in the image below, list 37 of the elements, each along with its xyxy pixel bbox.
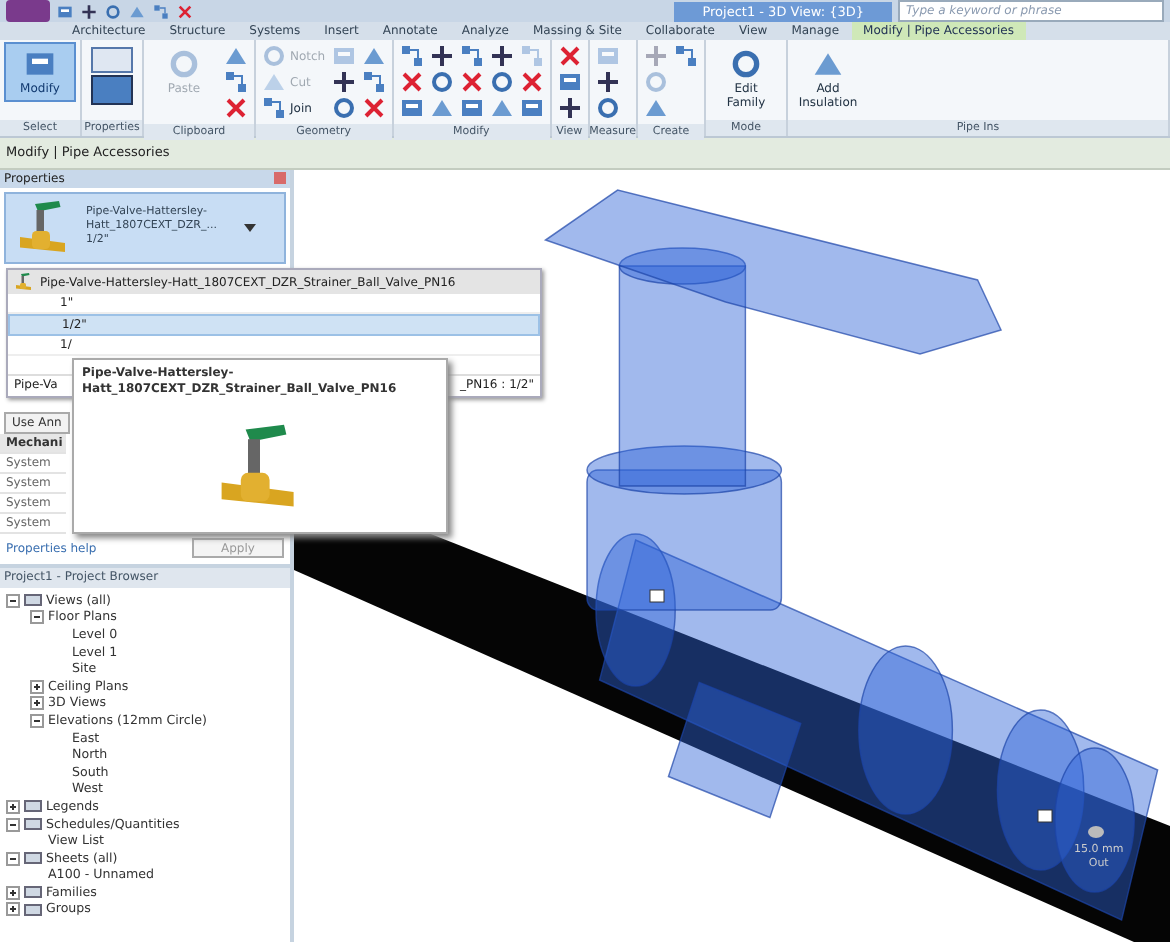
tool-icon [262,96,286,120]
expand-toggle[interactable] [6,902,20,917]
tool-icon [22,48,58,80]
collapse-toggle[interactable] [30,610,44,625]
connector-icon[interactable] [1037,809,1053,823]
properties-icon[interactable] [88,44,136,108]
connector-icon[interactable] [649,589,665,603]
tool-icon[interactable] [331,70,356,94]
tool-icon[interactable] [429,44,454,68]
tool-icon[interactable] [429,70,454,94]
caret-icon [244,223,256,232]
collapse-toggle[interactable] [6,817,20,832]
expand-toggle[interactable] [6,799,20,814]
tool-icon[interactable] [557,96,582,120]
tool-icon[interactable] [489,70,514,94]
category-icon [24,852,42,865]
collapse-toggle[interactable] [6,851,20,866]
quick-access-icon[interactable] [56,3,74,19]
tool-icon [262,70,286,94]
tool-icon[interactable] [331,96,356,120]
quick-access-icon[interactable] [80,3,98,19]
tool-icon[interactable] [595,70,620,94]
collapse-toggle[interactable] [30,713,44,728]
expand-toggle[interactable] [6,885,20,900]
collapse-toggle[interactable] [6,593,20,608]
tool-icon [262,44,286,68]
flow-icon [1088,826,1104,838]
tool-icon[interactable] [595,96,620,120]
close-button[interactable] [274,172,286,185]
tool-icon [166,48,202,80]
tool-icon[interactable] [489,44,514,68]
expand-toggle[interactable] [30,679,44,694]
valve-icon [14,272,34,292]
tool-icon [728,48,764,80]
tool-icon [810,48,846,80]
category-icon [24,594,42,607]
expand-toggle[interactable] [30,696,44,711]
